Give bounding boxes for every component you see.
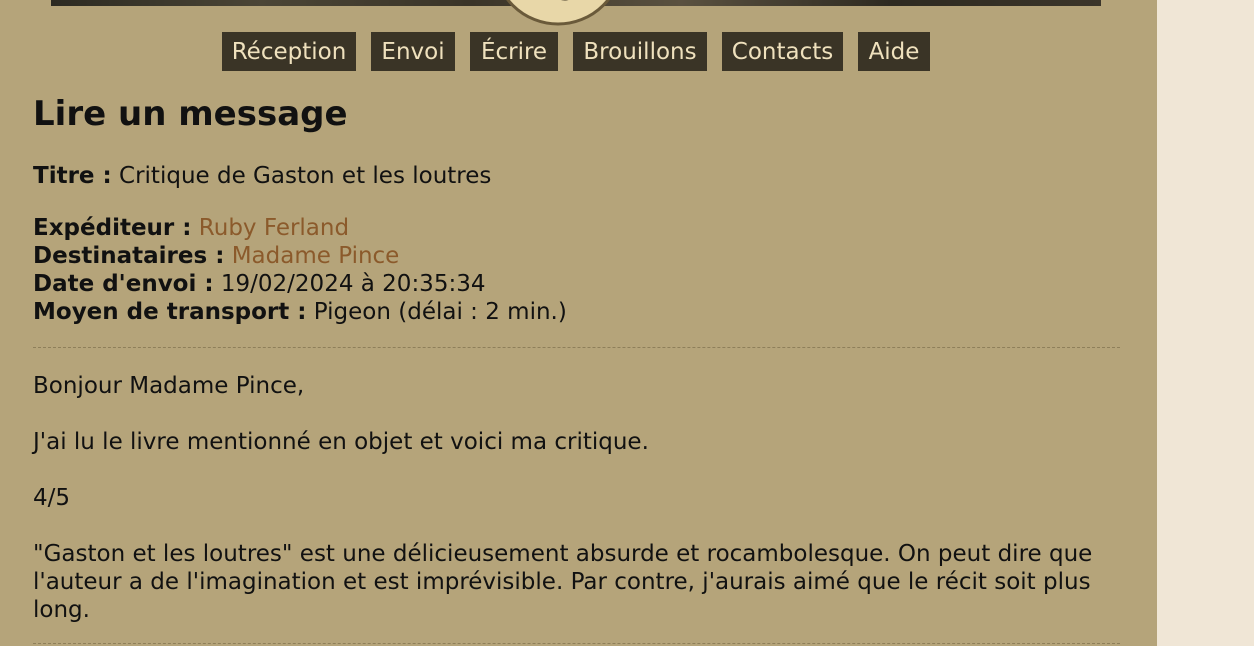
transport-label: Moyen de transport : — [33, 299, 307, 325]
page-title: Lire un message — [33, 94, 348, 134]
sender-link[interactable]: Ruby Ferland — [199, 215, 349, 241]
message-greeting: Bonjour Madame Pince, — [33, 373, 305, 399]
nav-help[interactable]: Aide — [858, 32, 930, 71]
sender-label: Expéditeur : — [33, 215, 192, 241]
message-title-row: Titre : Critique de Gaston et les loutre… — [33, 162, 491, 190]
message-intro: J'ai lu le livre mentionné en objet et v… — [33, 429, 649, 455]
sender-row: Expéditeur : Ruby Ferland — [33, 214, 349, 242]
nav-drafts[interactable]: Brouillons — [573, 32, 707, 71]
crest-emblem-icon — [492, 0, 624, 26]
nav-contacts[interactable]: Contacts — [722, 32, 843, 71]
message-title-label: Titre : — [33, 163, 112, 189]
recipients-label: Destinataires : — [33, 243, 225, 269]
message-review-line: l'auteur a de l'imagination et est impré… — [33, 569, 1091, 595]
main-nav: Réception Envoi Écrire Brouillons Contac… — [0, 32, 1157, 71]
message-rating: 4/5 — [33, 485, 71, 511]
message-title-value: Critique de Gaston et les loutres — [119, 163, 492, 189]
nav-sent[interactable]: Envoi — [371, 32, 455, 71]
transport-row: Moyen de transport : Pigeon (délai : 2 m… — [33, 298, 567, 326]
recipient-link[interactable]: Madame Pince — [232, 243, 400, 269]
divider — [33, 347, 1120, 348]
date-label: Date d'envoi : — [33, 271, 214, 297]
main-content: Réception Envoi Écrire Brouillons Contac… — [0, 0, 1157, 646]
divider — [33, 643, 1120, 644]
nav-inbox[interactable]: Réception — [222, 32, 356, 71]
side-margin — [1157, 0, 1254, 646]
message-review-line: "Gaston et les loutres" est une délicieu… — [33, 541, 1093, 567]
date-row: Date d'envoi : 19/02/2024 à 20:35:34 — [33, 270, 485, 298]
nav-compose[interactable]: Écrire — [470, 32, 558, 71]
transport-value: Pigeon (délai : 2 min.) — [313, 299, 567, 325]
message-review-line: long. — [33, 597, 90, 623]
recipients-row: Destinataires : Madame Pince — [33, 242, 399, 270]
date-value: 19/02/2024 à 20:35:34 — [220, 271, 486, 297]
